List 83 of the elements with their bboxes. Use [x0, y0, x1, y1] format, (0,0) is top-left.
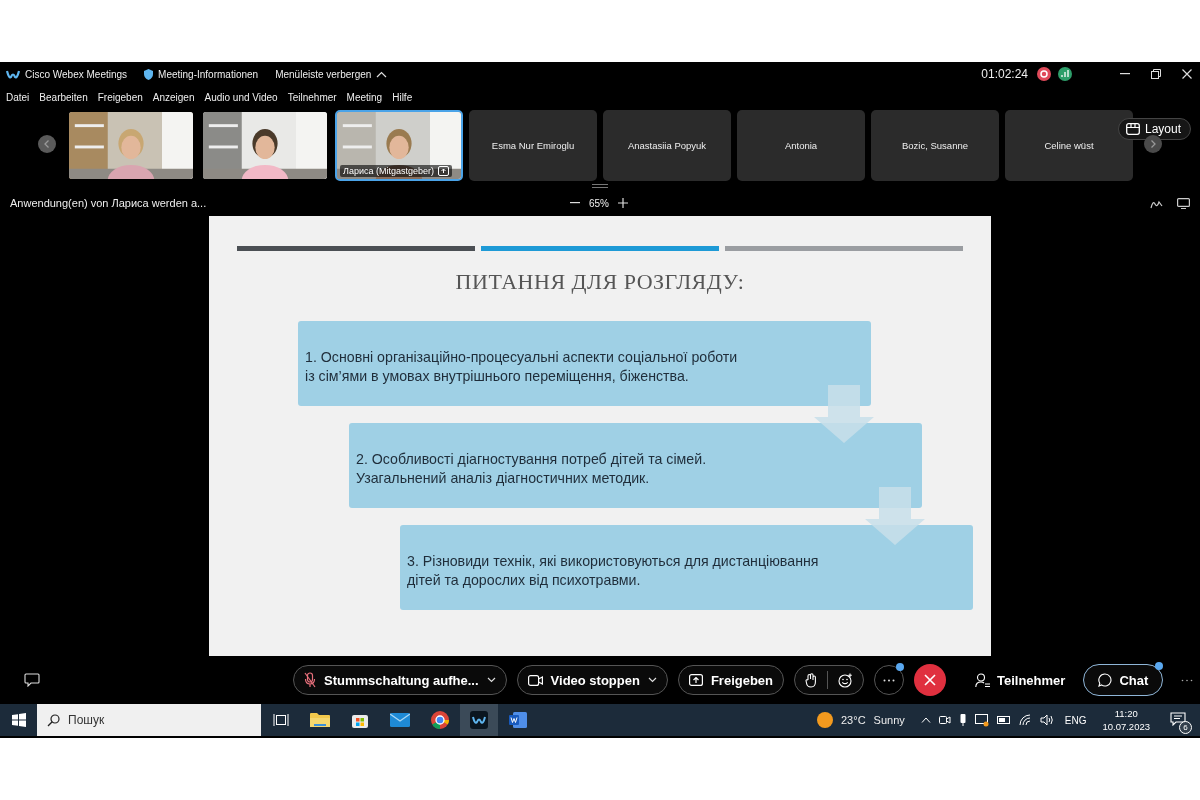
slide-text: 2. Особливості діагностування потреб дітей та сімей. Узагальнений аналіз діагностичних методик.: [356, 450, 707, 488]
search-icon: [47, 714, 60, 727]
smiley-icon[interactable]: [838, 672, 854, 688]
resize-handle-icon[interactable]: [592, 184, 608, 188]
speech-bubble-icon: [1098, 673, 1113, 687]
chat-button[interactable]: Chat: [1083, 664, 1164, 696]
battery-icon[interactable]: [996, 716, 1011, 724]
chevron-up-icon: [376, 70, 388, 78]
caret-icon: [647, 677, 657, 683]
participant-tile[interactable]: Celine wüst: [1005, 109, 1133, 181]
temperature: 23°C: [841, 714, 866, 726]
participant-tile[interactable]: Antonia: [737, 109, 865, 181]
menu-item[interactable]: Anzeigen: [152, 91, 195, 103]
zoom-level: 65%: [589, 197, 609, 209]
menu-item[interactable]: Meeting: [346, 91, 383, 103]
weather-condition: Sunny: [873, 714, 905, 726]
slide-text: 3. Різновиди технік, які використовуються для дистанціювання дітей та дорослих від психотравми.: [407, 552, 819, 590]
zoom-in-icon[interactable]: [618, 198, 628, 208]
chevron-up-icon[interactable]: [920, 717, 931, 723]
participant-label: Лариса (Mitgastgeber): [340, 164, 452, 177]
browser-icon[interactable]: [431, 711, 449, 729]
webex-logo-icon: [6, 68, 20, 80]
layout-icon: [1126, 123, 1140, 135]
menu-item[interactable]: Bearbeiten: [39, 91, 88, 103]
sun-icon: [817, 712, 833, 728]
participants-button[interactable]: Teilnehmer: [975, 672, 1066, 688]
reactions-control[interactable]: [794, 665, 865, 695]
webex-app-icon: [470, 711, 488, 729]
wifi-icon[interactable]: [1018, 714, 1032, 726]
camera-icon: [527, 674, 543, 686]
share-icon: [438, 165, 449, 176]
raised-hand-icon[interactable]: [805, 672, 818, 688]
layout-button[interactable]: Layout: [1118, 118, 1192, 140]
taskbar-search-field[interactable]: Пошук: [37, 704, 261, 736]
notification-count: 6: [1179, 721, 1192, 734]
signal-icon: [1058, 67, 1072, 81]
unmute-button[interactable]: Stummschaltung aufhe...: [293, 665, 507, 695]
slide-text: 1. Основні організаційно-процесуальні аспекти соціальної роботи із сім’ями в умовах внутрішнього переміщення, біженства.: [305, 348, 738, 386]
menu-item[interactable]: Audio und Video: [204, 91, 278, 103]
down-arrow-icon: [865, 487, 925, 545]
meeting-info-button[interactable]: Meeting-Informationen: [144, 68, 259, 80]
shield-icon: [144, 68, 154, 80]
more-icon: [883, 678, 896, 682]
more-icon[interactable]: [1181, 678, 1194, 682]
menu-item[interactable]: Hilfe: [392, 91, 413, 103]
participant-tile[interactable]: Esma Nur Emiroglu: [469, 109, 597, 181]
folder-icon[interactable]: [310, 712, 330, 728]
share-button[interactable]: Freigeben: [677, 665, 785, 695]
meeting-timer: 01:02:24: [981, 67, 1028, 81]
participant-tile[interactable]: Bozic, Susanne: [871, 109, 999, 181]
speaker-icon[interactable]: [1039, 714, 1055, 726]
stop-video-button[interactable]: Video stoppen: [516, 665, 668, 695]
word-icon[interactable]: [509, 712, 527, 728]
menu-item[interactable]: Teilnehmer: [287, 91, 337, 103]
recording-icon: [1037, 67, 1051, 81]
menu-item[interactable]: Datei: [6, 91, 30, 103]
monitor-icon[interactable]: [1177, 197, 1190, 209]
microphone-icon[interactable]: [958, 713, 967, 727]
captions-icon[interactable]: [24, 673, 40, 687]
hide-menu-button[interactable]: Menüleiste verbergen: [275, 68, 388, 80]
down-arrow-icon: [814, 385, 874, 443]
taskbar-clock[interactable]: 11:20 10.07.2023: [1102, 707, 1150, 733]
active-app-highlight[interactable]: [460, 704, 498, 736]
windows-start-icon[interactable]: [12, 713, 26, 727]
share-icon: [688, 674, 703, 686]
notifications-icon[interactable]: [1170, 712, 1186, 726]
input-language[interactable]: ENG: [1064, 714, 1087, 726]
slide-title: ПИТАННЯ ДЛЯ РОЗГЛЯДУ:: [454, 269, 746, 295]
participant-tile[interactable]: Anastasiia Popyuk: [603, 109, 731, 181]
close-icon: [924, 674, 937, 686]
person-list-icon: [975, 672, 991, 688]
task-view-icon[interactable]: [273, 713, 289, 727]
close-icon[interactable]: [1182, 69, 1192, 79]
camera-icon[interactable]: [938, 714, 951, 726]
menu-item[interactable]: Freigeben: [97, 91, 143, 103]
leave-button[interactable]: [914, 664, 947, 696]
caret-icon: [486, 677, 496, 683]
video-tile[interactable]: Лариса (Mitgastgeber): [335, 109, 463, 181]
sharing-status: Anwendung(en) von Лариса werden a...: [10, 197, 207, 209]
minimize-icon[interactable]: [1120, 73, 1130, 75]
app-title: Cisco Webex Meetings: [25, 68, 128, 80]
display-icon[interactable]: [974, 713, 989, 727]
restore-icon[interactable]: [1151, 69, 1161, 79]
